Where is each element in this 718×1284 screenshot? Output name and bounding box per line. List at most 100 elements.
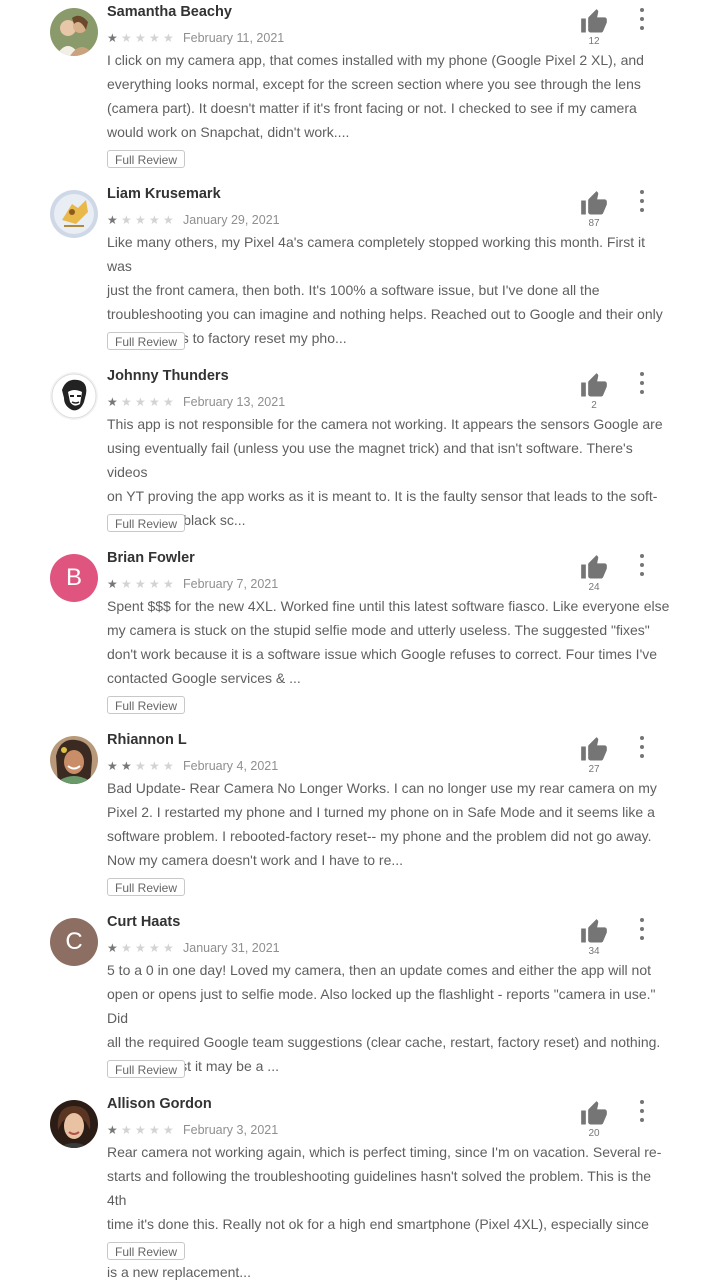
star-empty-icon: ★ xyxy=(149,213,160,227)
star-empty-icon: ★ xyxy=(135,759,146,773)
full-review-button[interactable]: Full Review xyxy=(107,1242,186,1260)
review-date: February 11, 2021 xyxy=(183,31,285,45)
more-options-icon[interactable] xyxy=(634,8,650,30)
review-meta: ★ ★ ★ ★ ★ January 31, 2021 xyxy=(107,940,280,956)
helpful-count: 20 xyxy=(588,1128,600,1139)
star-empty-icon: ★ xyxy=(121,31,132,45)
star-rating: ★ ★ ★ ★ ★ xyxy=(107,213,177,227)
thumbs-up-icon[interactable] xyxy=(580,918,608,946)
review-text: Bad Update- Rear Camera No Longer Works.… xyxy=(107,780,657,868)
helpful-count: 27 xyxy=(588,764,600,775)
review-text: 5 to a 0 in one day! Loved my camera, th… xyxy=(107,962,661,1074)
star-filled-icon: ★ xyxy=(107,759,118,773)
star-empty-icon: ★ xyxy=(135,31,146,45)
star-rating: ★ ★ ★ ★ ★ xyxy=(107,31,177,45)
full-review-button[interactable]: Full Review xyxy=(107,1060,186,1078)
star-filled-icon: ★ xyxy=(121,759,132,773)
thumbs-up-icon[interactable] xyxy=(580,736,608,764)
review-item: Rhiannon L ★ ★ ★ ★ ★ February 4, 2021 Ba… xyxy=(0,728,718,910)
thumbs-up-icon[interactable] xyxy=(580,372,608,400)
star-empty-icon: ★ xyxy=(121,395,132,409)
review-text: Like many others, my Pixel 4a's camera c… xyxy=(107,234,663,346)
review-item: Allison Gordon ★ ★ ★ ★ ★ February 3, 202… xyxy=(0,1092,718,1280)
review-meta: ★ ★ ★ ★ ★ February 4, 2021 xyxy=(107,758,278,774)
avatar[interactable]: B xyxy=(50,554,98,602)
review-text: Spent $$$ for the new 4XL. Worked fine u… xyxy=(107,598,670,686)
review-text: Rear camera not working again, which is … xyxy=(107,1144,662,1280)
review-date: February 7, 2021 xyxy=(183,577,279,591)
more-options-icon[interactable] xyxy=(634,1100,650,1122)
star-filled-icon: ★ xyxy=(107,213,118,227)
star-empty-icon: ★ xyxy=(135,941,146,955)
reviewer-name: Liam Krusemark xyxy=(107,186,221,202)
review-meta: ★ ★ ★ ★ ★ January 29, 2021 xyxy=(107,212,280,228)
avatar-letter: C xyxy=(65,928,83,955)
review-meta: ★ ★ ★ ★ ★ February 11, 2021 xyxy=(107,30,284,46)
avatar[interactable] xyxy=(50,736,98,784)
review-meta: ★ ★ ★ ★ ★ February 7, 2021 xyxy=(107,576,278,592)
star-empty-icon: ★ xyxy=(121,577,132,591)
helpful-count: 2 xyxy=(591,400,597,411)
star-empty-icon: ★ xyxy=(149,941,160,955)
star-empty-icon: ★ xyxy=(135,213,146,227)
review-date: February 13, 2021 xyxy=(183,395,286,409)
more-options-icon[interactable] xyxy=(634,190,650,212)
full-review-button[interactable]: Full Review xyxy=(107,696,186,714)
avatar[interactable] xyxy=(50,8,98,56)
star-rating: ★ ★ ★ ★ ★ xyxy=(107,1123,177,1137)
review-item: Liam Krusemark ★ ★ ★ ★ ★ January 29, 202… xyxy=(0,182,718,364)
avatar[interactable] xyxy=(50,190,98,238)
avatar[interactable] xyxy=(50,372,98,420)
star-empty-icon: ★ xyxy=(163,31,174,45)
helpful-count: 87 xyxy=(588,218,600,229)
thumbs-up-icon[interactable] xyxy=(580,1100,608,1128)
reviewer-name: Brian Fowler xyxy=(107,550,195,566)
review-date: January 31, 2021 xyxy=(183,941,280,955)
star-empty-icon: ★ xyxy=(121,1123,132,1137)
reviewer-name: Rhiannon L xyxy=(107,732,187,748)
avatar[interactable] xyxy=(50,1100,98,1148)
star-empty-icon: ★ xyxy=(149,759,160,773)
helpful-count: 34 xyxy=(588,946,600,957)
avatar-letter: B xyxy=(65,564,82,591)
star-rating: ★ ★ ★ ★ ★ xyxy=(107,759,177,773)
star-filled-icon: ★ xyxy=(107,395,118,409)
avatar[interactable]: C xyxy=(50,918,98,966)
thumbs-up-icon[interactable] xyxy=(580,554,608,582)
star-empty-icon: ★ xyxy=(163,577,174,591)
reviewer-name: Samantha Beachy xyxy=(107,4,232,20)
star-empty-icon: ★ xyxy=(149,31,160,45)
review-date: February 4, 2021 xyxy=(183,759,279,773)
thumbs-up-icon[interactable] xyxy=(580,190,608,218)
star-empty-icon: ★ xyxy=(163,1123,174,1137)
review-meta: ★ ★ ★ ★ ★ February 13, 2021 xyxy=(107,394,285,410)
reviewer-name: Johnny Thunders xyxy=(107,368,229,384)
helpful-count: 24 xyxy=(588,582,600,593)
star-empty-icon: ★ xyxy=(135,577,146,591)
star-filled-icon: ★ xyxy=(107,941,118,955)
star-filled-icon: ★ xyxy=(107,31,118,45)
more-options-icon[interactable] xyxy=(634,918,650,940)
more-options-icon[interactable] xyxy=(634,554,650,576)
star-rating: ★ ★ ★ ★ ★ xyxy=(107,941,177,955)
thumbs-up-icon[interactable] xyxy=(580,8,608,36)
review-item: B Brian Fowler ★ ★ ★ ★ ★ February 7, 202… xyxy=(0,546,718,728)
full-review-button[interactable]: Full Review xyxy=(107,332,186,350)
star-empty-icon: ★ xyxy=(163,941,174,955)
review-item: Samantha Beachy ★ ★ ★ ★ ★ February 11, 2… xyxy=(0,0,718,182)
full-review-button[interactable]: Full Review xyxy=(107,150,186,168)
star-filled-icon: ★ xyxy=(107,1123,118,1137)
more-options-icon[interactable] xyxy=(634,736,650,758)
reviewer-name: Curt Haats xyxy=(107,914,181,930)
full-review-button[interactable]: Full Review xyxy=(107,878,186,896)
review-date: January 29, 2021 xyxy=(183,213,280,227)
star-empty-icon: ★ xyxy=(163,395,174,409)
helpful-count: 12 xyxy=(588,36,600,47)
star-empty-icon: ★ xyxy=(149,577,160,591)
full-review-button[interactable]: Full Review xyxy=(107,514,186,532)
star-filled-icon: ★ xyxy=(107,577,118,591)
review-item: Johnny Thunders ★ ★ ★ ★ ★ February 13, 2… xyxy=(0,364,718,546)
star-empty-icon: ★ xyxy=(121,941,132,955)
more-options-icon[interactable] xyxy=(634,372,650,394)
star-empty-icon: ★ xyxy=(163,213,174,227)
